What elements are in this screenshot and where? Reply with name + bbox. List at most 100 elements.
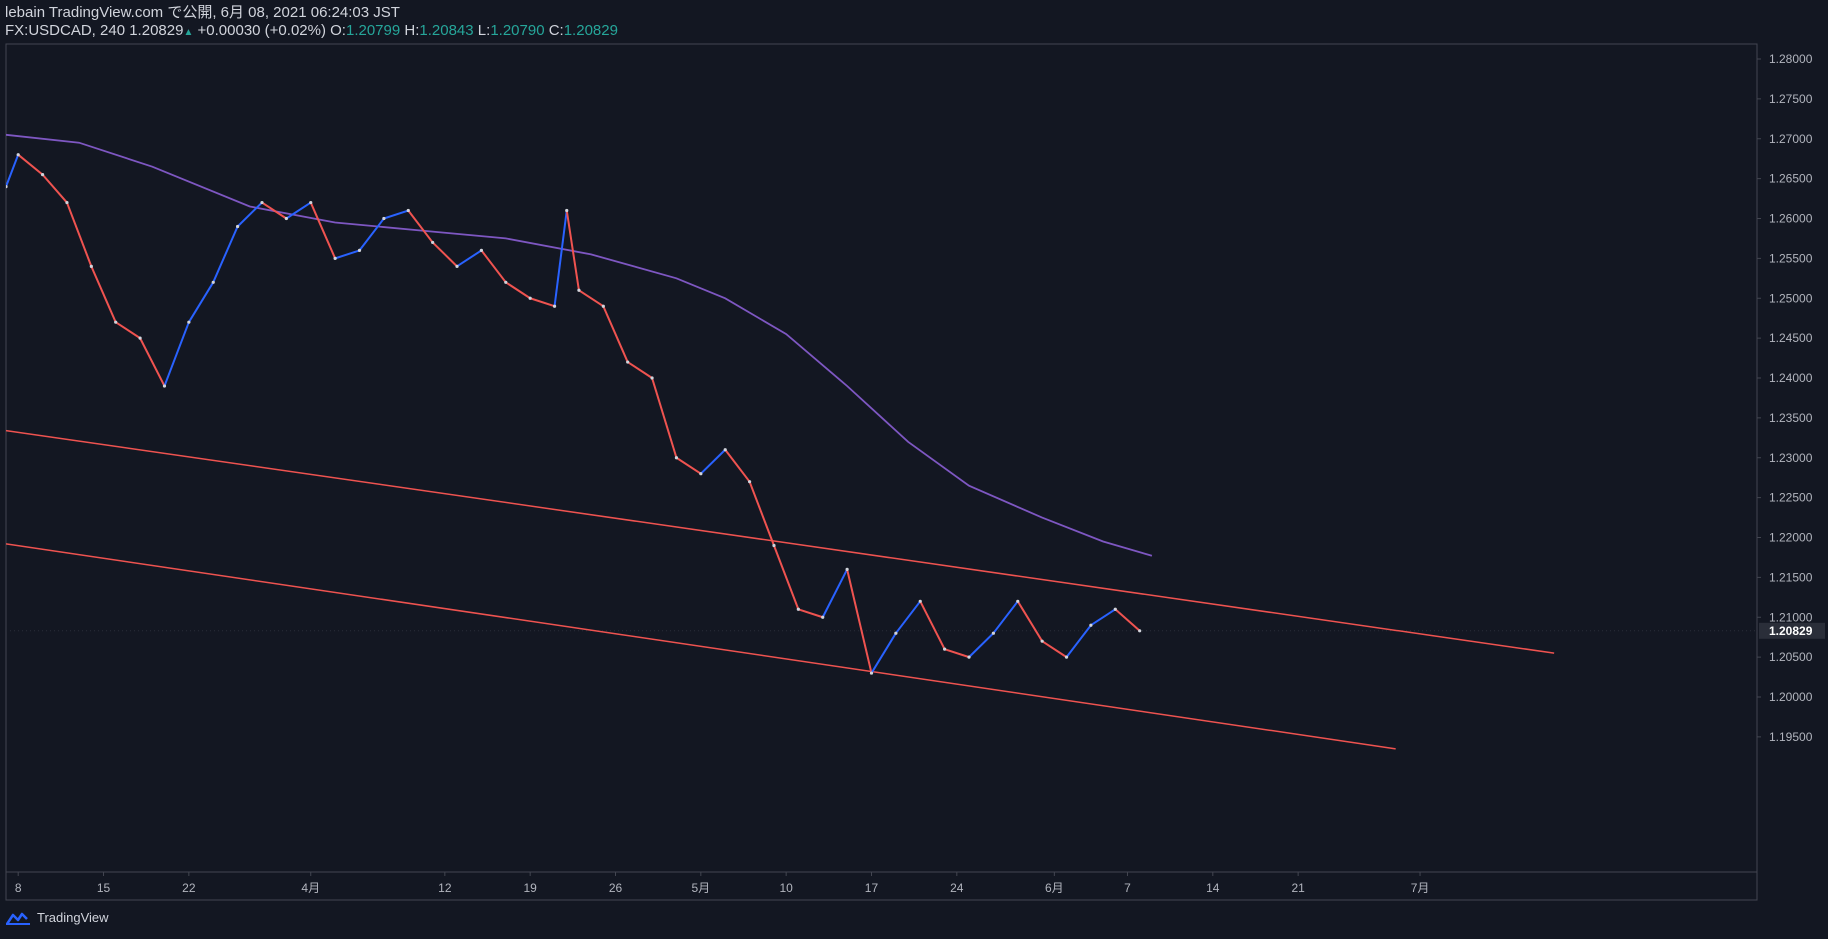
price-point: [333, 256, 337, 260]
price-point: [504, 280, 508, 284]
price-segment: [383, 209, 409, 220]
price-point: [187, 320, 191, 324]
price-segment: [212, 226, 239, 283]
price-segment: [309, 202, 337, 259]
y-tick-label: 1.21500: [1769, 570, 1813, 584]
price-point: [577, 288, 581, 292]
price-segment: [41, 173, 68, 204]
price-segment: [895, 600, 922, 634]
price-point: [6, 185, 8, 189]
price-point: [699, 472, 703, 476]
y-tick-label: 1.24500: [1769, 331, 1813, 345]
price-chart[interactable]: 1.28000 1.27500 1.27000 1.26500 1.26000 1.255…: [0, 0, 1828, 939]
price-point: [943, 647, 947, 651]
x-tick-label: 15: [97, 881, 111, 895]
price-segment: [651, 377, 678, 459]
price-point: [406, 208, 410, 213]
price-segment: [773, 545, 800, 610]
price-segment: [261, 201, 287, 220]
price-segment: [627, 361, 653, 379]
price-segment: [553, 210, 568, 307]
y-tick-label: 1.26000: [1769, 212, 1813, 226]
price-point: [626, 360, 630, 364]
price-segment: [798, 608, 824, 619]
price-segment: [578, 289, 604, 308]
price-segment: [700, 449, 726, 475]
price-point: [89, 264, 93, 268]
price-segment: [992, 600, 1019, 634]
price-point: [65, 200, 69, 205]
price-point: [16, 153, 20, 157]
x-tick-label: 17: [865, 881, 879, 895]
price-segment: [1114, 608, 1141, 632]
price-point: [236, 224, 240, 229]
price-point: [1064, 655, 1069, 659]
time-axis[interactable]: 8 15 22 4月 12 19 26 5月 10 17 24 6月 7 14 21 7月: [15, 872, 1430, 895]
price-segment: [724, 449, 751, 483]
price-segment: [821, 568, 849, 618]
footer-brand: TradingView: [6, 910, 109, 925]
price-point: [894, 631, 898, 635]
price-segment: [115, 321, 141, 339]
price-point: [1040, 639, 1044, 643]
x-tick-label: 19: [523, 881, 537, 895]
price-point: [601, 304, 605, 308]
price-segment: [968, 632, 995, 658]
price-point: [260, 200, 264, 205]
price-segment: [846, 569, 873, 674]
price-point: [821, 615, 825, 619]
price-point: [991, 631, 995, 635]
price-segment: [944, 648, 970, 659]
price-segment: [870, 632, 897, 674]
x-tick-label: 12: [438, 881, 452, 895]
plot-area: [6, 133, 1757, 750]
price-point: [650, 376, 654, 380]
price-point: [845, 567, 849, 572]
price-point: [114, 320, 118, 324]
price-axis[interactable]: 1.28000 1.27500 1.27000 1.26500 1.26000 1.255…: [1757, 52, 1825, 744]
price-point: [796, 607, 800, 611]
price-segment: [1065, 624, 1092, 658]
price-point: [674, 456, 679, 460]
price-segment: [187, 281, 215, 323]
trendline-lower[interactable]: [6, 543, 1396, 750]
price-point: [967, 655, 971, 659]
price-point: [772, 543, 776, 548]
price-segment: [529, 297, 555, 308]
price-segment: [163, 321, 190, 387]
moving-average-line[interactable]: [6, 133, 1153, 557]
price-point: [723, 448, 727, 452]
plot-frame: [5, 43, 1758, 901]
price-segment: [1016, 600, 1044, 642]
x-tick-label: 5月: [691, 881, 710, 895]
y-tick-label: 1.28000: [1769, 52, 1813, 66]
price-segment: [17, 153, 44, 176]
price-point: [528, 296, 532, 300]
price-segment: [919, 600, 946, 650]
price-point: [382, 216, 386, 221]
price-point: [918, 599, 922, 603]
price-point: [1138, 629, 1142, 633]
y-tick-label: 1.22000: [1769, 531, 1813, 545]
y-tick-label: 1.25500: [1769, 251, 1813, 265]
y-tick-label: 1.27500: [1769, 92, 1813, 106]
price-point: [40, 173, 45, 177]
trendline-upper[interactable]: [6, 429, 1555, 654]
price-point: [479, 248, 484, 252]
last-price-tag-label: 1.20829: [1769, 624, 1813, 638]
x-tick-label: 26: [609, 881, 623, 895]
price-segment: [505, 281, 531, 300]
y-tick-label: 1.20500: [1769, 650, 1813, 664]
y-tick-label: 1.23000: [1769, 451, 1813, 465]
x-tick-label: 7月: [1411, 881, 1430, 895]
x-tick-label: 7: [1124, 881, 1131, 895]
price-segment: [456, 249, 482, 268]
price-segment: [334, 249, 360, 260]
price-point: [162, 384, 167, 388]
price-segment: [1090, 608, 1116, 627]
y-tick-label: 1.23500: [1769, 411, 1813, 425]
price-point: [138, 336, 142, 340]
x-tick-label: 10: [779, 881, 793, 895]
y-tick-label: 1.22500: [1769, 491, 1813, 505]
price-point: [1089, 623, 1093, 627]
